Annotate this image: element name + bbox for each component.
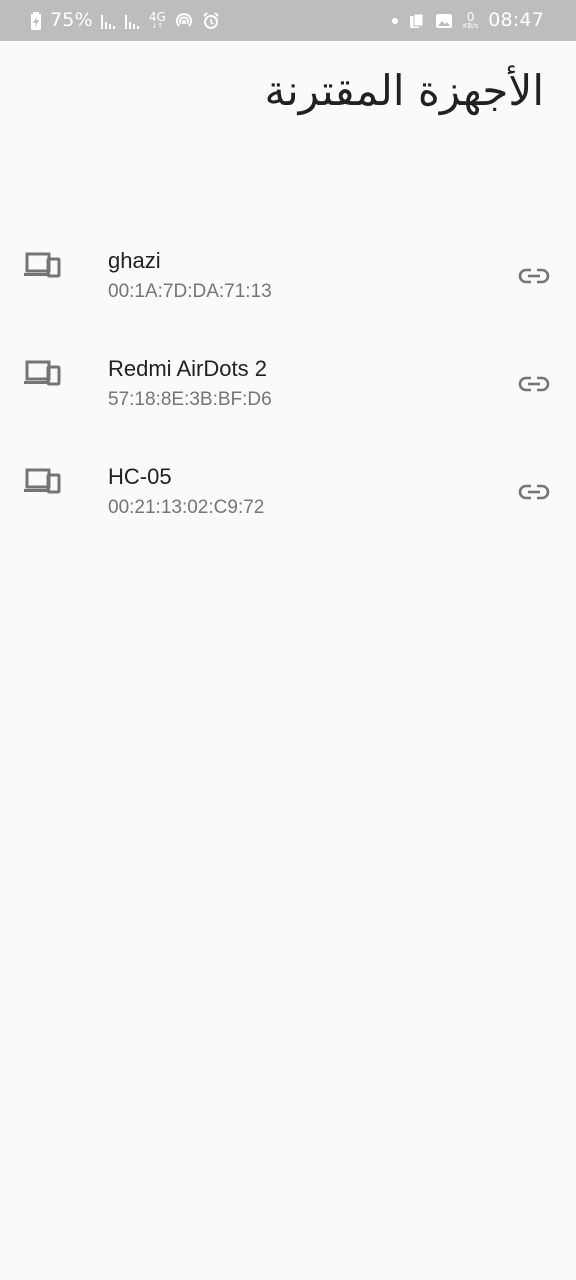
link-icon	[518, 484, 550, 500]
status-bar: 75% 4G ↓↑ 0 KB/s 08:47	[0, 0, 576, 41]
device-name: HC-05	[108, 464, 172, 489]
alarm-icon	[202, 11, 220, 30]
status-bar-right: 0 KB/s 08:47	[391, 0, 544, 41]
status-bar-left: 75% 4G ↓↑	[30, 0, 220, 41]
device-address: 00:1A:7D:DA:71:13	[108, 281, 272, 302]
device-name: ghazi	[108, 248, 161, 273]
hotspot-icon	[174, 12, 194, 30]
device-list-item[interactable]: HC-05 00:21:13:02:C9:72	[0, 440, 576, 548]
signal-strength-icon-2	[124, 13, 141, 29]
gallery-icon	[435, 13, 453, 29]
device-address: 00:21:13:02:C9:72	[108, 497, 265, 518]
data-speed-unit: KB/s	[462, 22, 479, 30]
connect-link-button[interactable]	[510, 366, 558, 402]
notification-dot-icon	[391, 17, 399, 25]
cards-app-icon	[409, 13, 425, 29]
link-icon	[518, 268, 550, 284]
link-icon	[518, 376, 550, 392]
data-arrows-icon: ↓↑	[151, 22, 164, 30]
devices-icon	[23, 465, 61, 497]
device-list-item[interactable]: Redmi AirDots 2 57:18:8E:3B:BF:D6	[0, 332, 576, 440]
signal-strength-icon	[100, 13, 117, 29]
device-name: Redmi AirDots 2	[108, 356, 267, 381]
connect-link-button[interactable]	[510, 474, 558, 510]
battery-percent: 75%	[50, 9, 93, 31]
connect-link-button[interactable]	[510, 258, 558, 294]
page-title: الأجهزة المقترنة	[264, 66, 544, 115]
data-speed-indicator: 0 KB/s	[463, 11, 478, 30]
clock-time: 08:47	[488, 9, 544, 31]
network-type-indicator: 4G ↓↑	[149, 11, 166, 30]
paired-devices-list: ghazi 00:1A:7D:DA:71:13 Redmi AirDots 2 …	[0, 224, 576, 548]
device-address: 57:18:8E:3B:BF:D6	[108, 389, 272, 410]
devices-icon	[23, 357, 61, 389]
battery-charging-icon	[30, 11, 42, 30]
devices-icon	[23, 249, 61, 281]
device-list-item[interactable]: ghazi 00:1A:7D:DA:71:13	[0, 224, 576, 332]
